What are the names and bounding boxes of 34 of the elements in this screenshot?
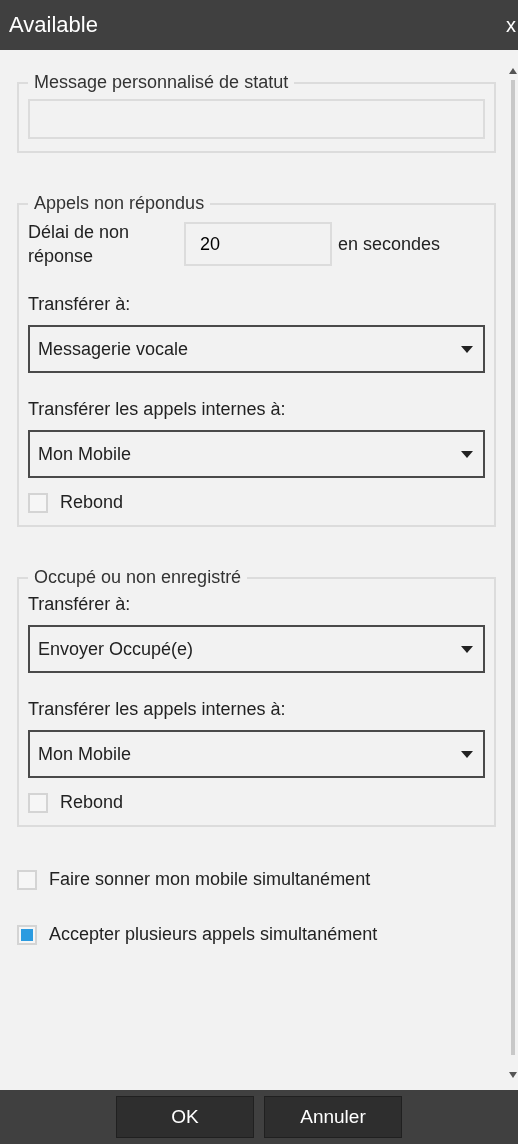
window-title: Available bbox=[9, 12, 98, 38]
timeout-label: Délai de non réponse bbox=[28, 221, 131, 268]
dialog-button[interactable]: OK bbox=[116, 1096, 254, 1138]
dropdown[interactable]: Mon Mobile bbox=[28, 730, 485, 778]
dialog-button[interactable]: Annuler bbox=[264, 1096, 402, 1138]
checkbox-row[interactable]: Rebond bbox=[28, 792, 485, 813]
dropdown[interactable]: Mon Mobile bbox=[28, 430, 485, 478]
checkbox-row[interactable]: Faire sonner mon mobile simultanément bbox=[17, 869, 496, 890]
checkbox-label: Faire sonner mon mobile simultanément bbox=[49, 869, 371, 890]
field-label: Transférer à: bbox=[28, 594, 132, 615]
checkbox-label: Rebond bbox=[60, 792, 124, 813]
group-title: Appels non répondus bbox=[33, 193, 206, 214]
checkbox-row[interactable]: Accepter plusieurs appels simultanément bbox=[17, 924, 496, 945]
checkbox[interactable] bbox=[28, 792, 48, 813]
group-title: Message personnalisé de statut bbox=[33, 72, 290, 93]
checkbox[interactable] bbox=[28, 492, 48, 513]
checkbox-row[interactable]: Rebond bbox=[28, 492, 485, 513]
dropdown[interactable]: Messagerie vocale bbox=[28, 325, 485, 373]
dropdown[interactable]: Envoyer Occupé(e) bbox=[28, 625, 485, 673]
caret-icon bbox=[461, 450, 473, 458]
checkbox[interactable] bbox=[17, 924, 37, 945]
checkbox-label: Rebond bbox=[60, 492, 124, 513]
field-label: Transférer les appels internes à: bbox=[28, 399, 287, 420]
caret-icon bbox=[461, 345, 473, 353]
close-button[interactable]: x bbox=[506, 13, 518, 37]
group-title: Occupé ou non enregistré bbox=[33, 567, 243, 588]
caret-icon bbox=[461, 645, 473, 653]
checkbox-label: Accepter plusieurs appels simultanément bbox=[49, 924, 378, 945]
unit-label: en secondes bbox=[338, 233, 441, 255]
checkbox[interactable] bbox=[17, 869, 37, 890]
timeout-field[interactable]: 20 bbox=[184, 222, 332, 266]
caret-icon bbox=[461, 750, 473, 758]
field-label: Transférer les appels internes à: bbox=[28, 699, 287, 720]
field-label: Transférer à: bbox=[28, 294, 132, 315]
